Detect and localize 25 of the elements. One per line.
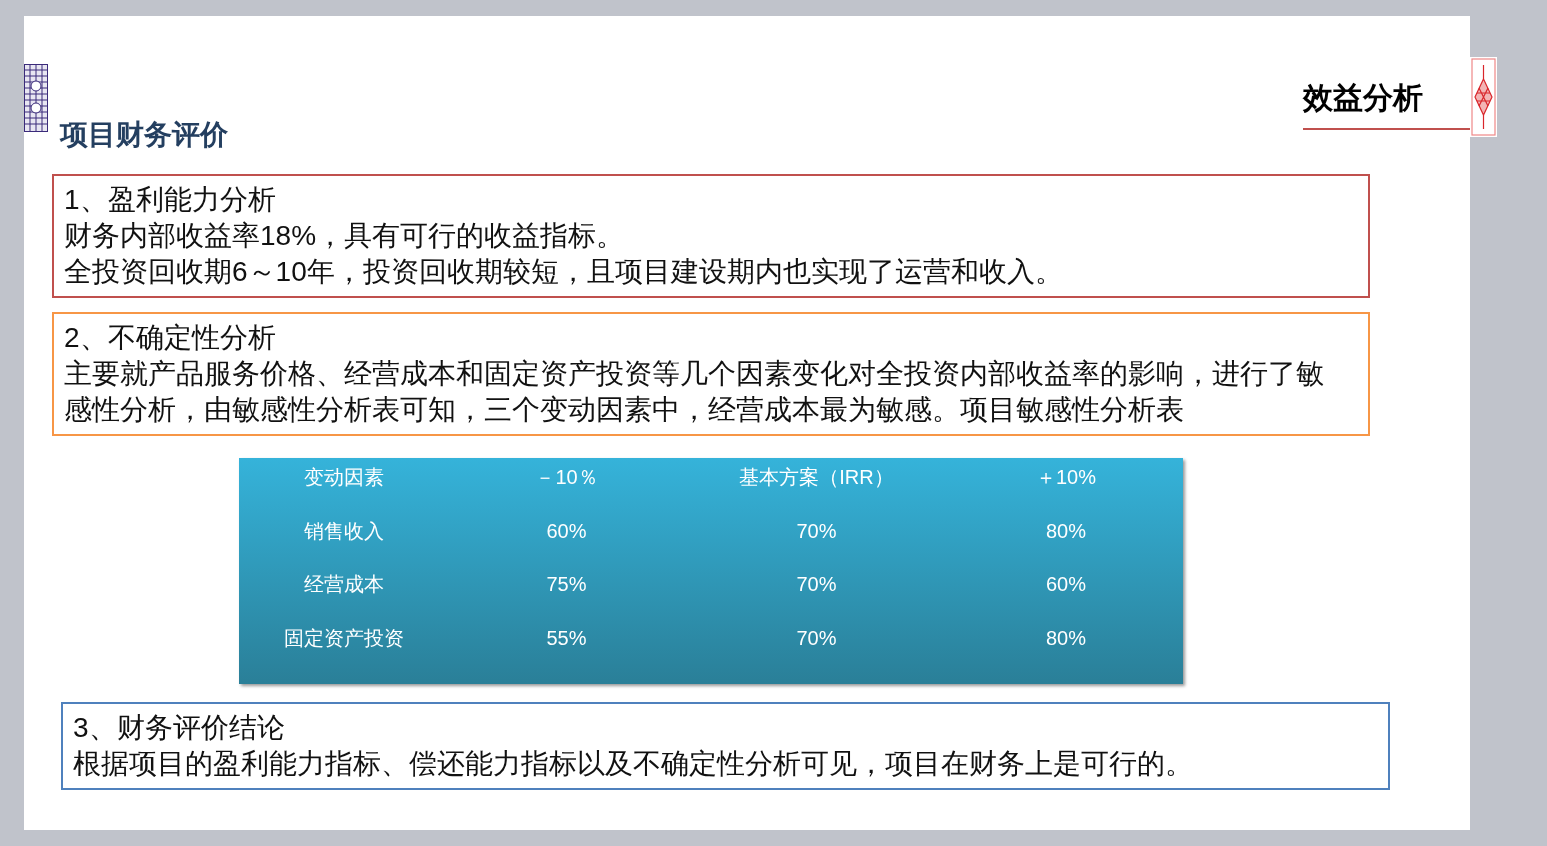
box-text: 根据项目的盈利能力指标、偿还能力指标以及不确定性分析可见，项目在财务上是可行的。 [73,747,1194,781]
column-header: 基本方案（IRR） [738,465,895,490]
slide-title: 项目财务评价 [60,118,228,152]
table-cell-text: 70% [795,625,838,651]
table-cell-text: 固定资产投资 [283,625,405,651]
table-cell-text: 55% [545,625,588,651]
box-text: 全投资回收期6～10年，投资回收期较短，且项目建设期内也实现了运营和收入。 [64,255,1064,289]
section-label: 效益分析 [1303,80,1423,116]
box-text: 财务内部收益率18%，具有可行的收益指标。 [64,219,626,253]
table-cell-text: 60% [1045,572,1087,597]
column-header: ＋10% [1035,465,1097,490]
table-cell-text: 经营成本 [303,572,385,597]
box-text: 主要就产品服务价格、经营成本和固定资产投资等几个因素变化对全投资内部收益率的影响，进行了敏感性分析，由敏感性分析表可知，三个变动因素中，经营成本最为敏感。项目敏感性分析表 [64,357,1325,427]
column-header: －10％ [534,465,599,490]
table-cell-text: 销售收入 [303,518,385,544]
table-cell-text: 70% [795,572,838,597]
table-cell-text: 80% [1045,518,1087,544]
table-cell-text: 80% [1045,625,1087,651]
table-cell-text: 70% [795,518,838,544]
box-heading: 1、盈利能力分析 [64,183,277,217]
box-heading: 2、不确定性分析 [64,321,277,355]
box-heading: 3、财务评价结论 [73,711,286,745]
table-cell-text: 60% [545,518,588,544]
table-cell-text: 75% [545,572,588,597]
column-header: 变动因素 [303,465,385,490]
